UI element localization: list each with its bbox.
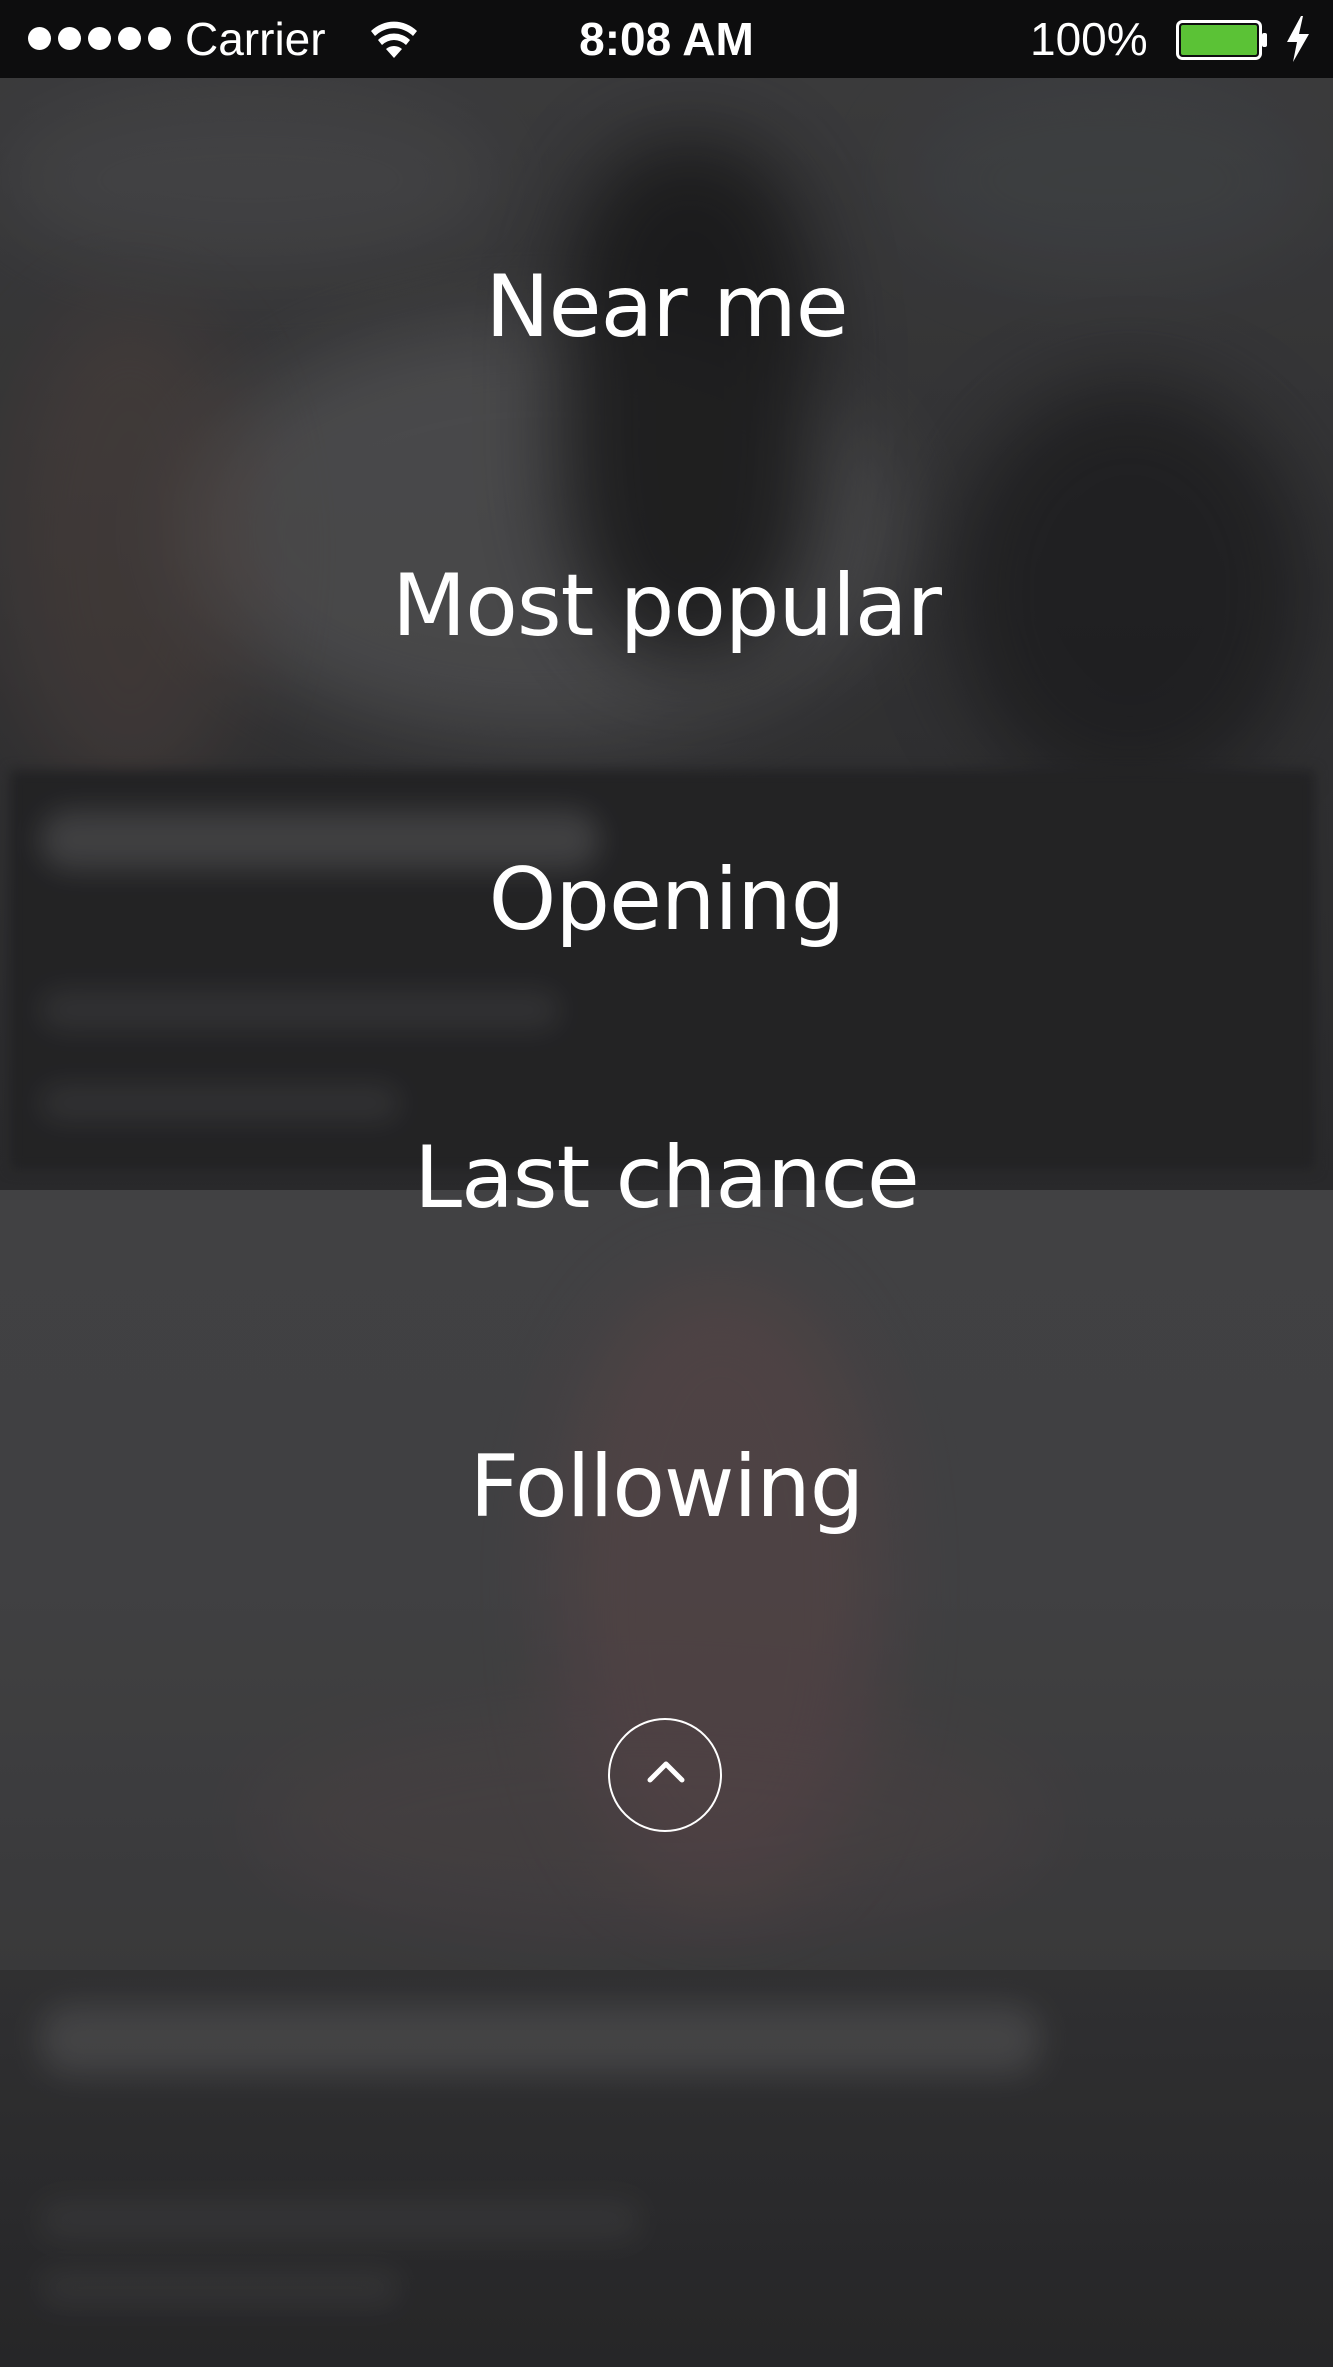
menu-item-last-chance[interactable]: Last chance <box>0 1128 1333 1228</box>
menu-item-most-popular[interactable]: Most popular <box>0 556 1333 656</box>
charging-bolt-icon <box>1287 16 1309 62</box>
battery-percent: 100% <box>1030 13 1148 65</box>
menu-item-following[interactable]: Following <box>0 1437 1333 1537</box>
chevron-up-icon <box>647 1761 685 1783</box>
menu-item-opening[interactable]: Opening <box>0 850 1333 950</box>
menu-item-near-me[interactable]: Near me <box>0 257 1333 357</box>
collapse-menu-button[interactable] <box>608 1718 722 1832</box>
battery-icon <box>1176 20 1267 60</box>
status-bar: Carrier 8:08 AM 100% <box>0 0 1333 78</box>
